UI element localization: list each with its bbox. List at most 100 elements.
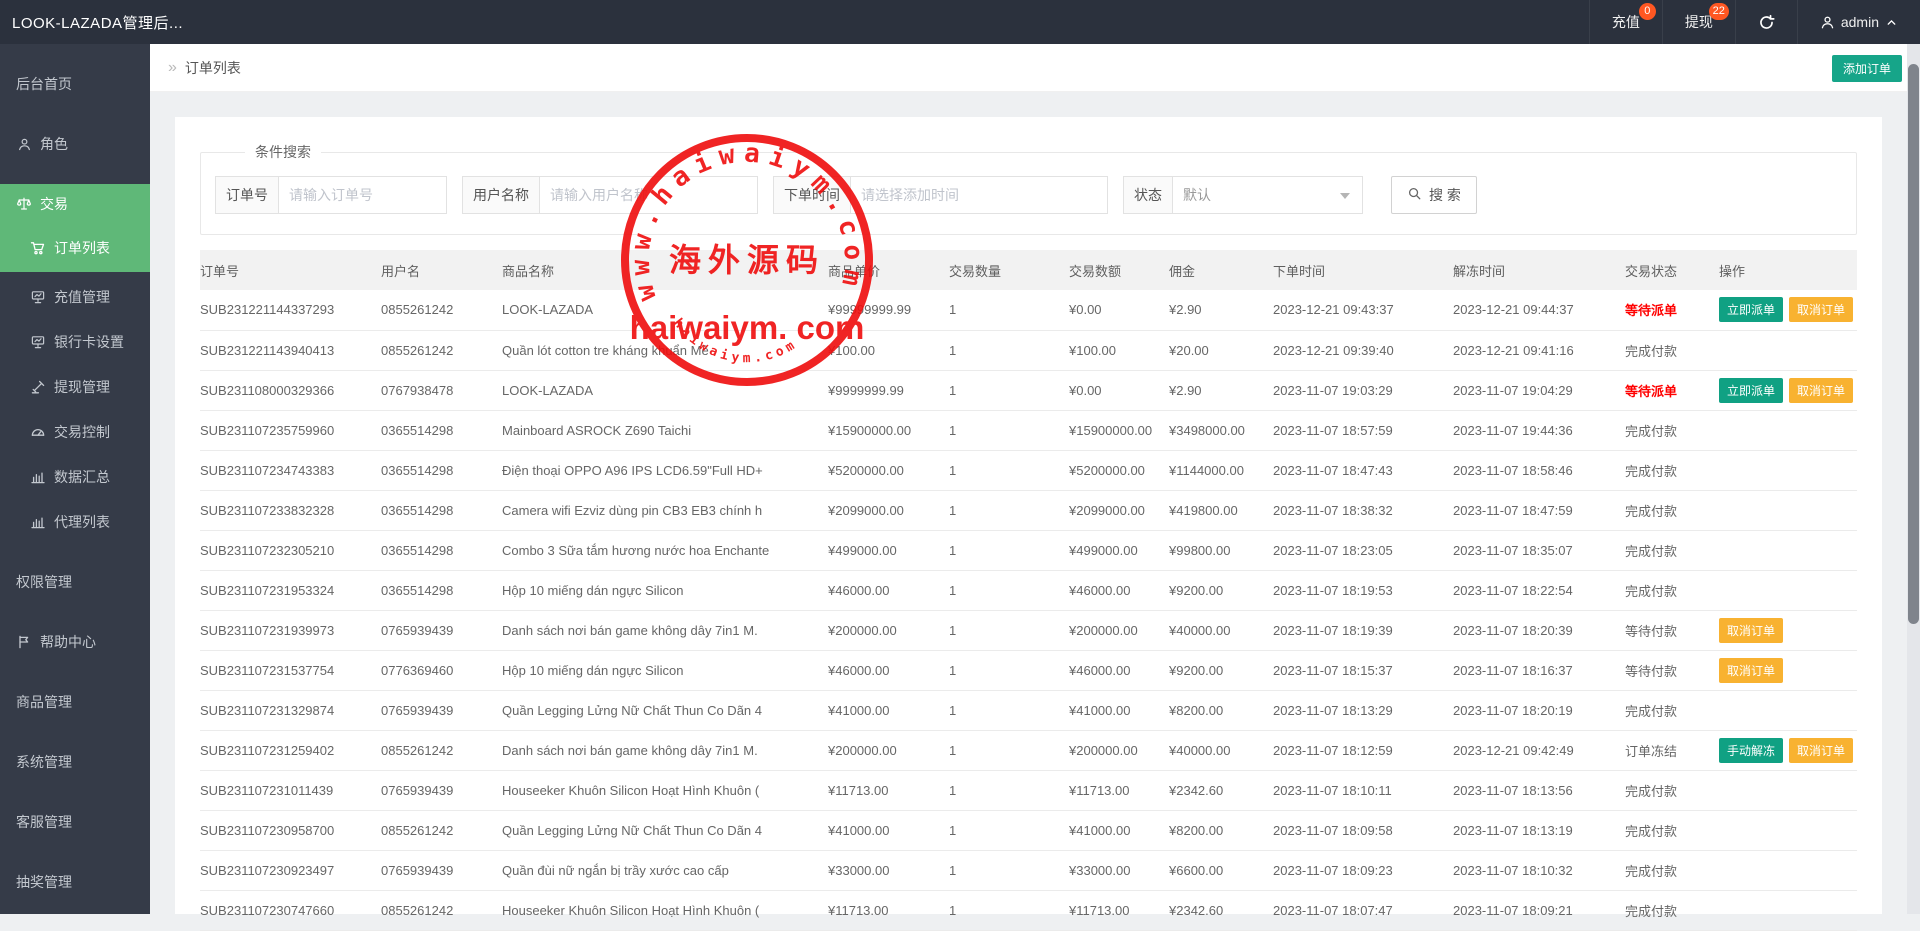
- table-row: SUB231107235759960 0365514298 Mainboard …: [200, 410, 1857, 450]
- column-header: 商品名称: [502, 250, 828, 290]
- column-header: 订单号: [200, 250, 381, 290]
- user-icon: [16, 136, 32, 152]
- cell-unfreeze-time: 2023-12-21 09:42:49: [1453, 730, 1625, 770]
- cell-order-no: SUB231107231953324: [200, 570, 381, 610]
- sidebar-item-trade-control[interactable]: 交易控制: [0, 412, 150, 452]
- breadcrumb-bar: » 订单列表 添加订单: [150, 44, 1920, 92]
- cell-unfreeze-time: 2023-11-07 18:20:19: [1453, 690, 1625, 730]
- table-row: SUB231107233832328 0365514298 Camera wif…: [200, 490, 1857, 530]
- cell-actions: [1719, 410, 1857, 450]
- cell-qty: 1: [949, 650, 1069, 690]
- order-no-input[interactable]: [279, 176, 447, 214]
- cell-status: 完成付款: [1625, 570, 1719, 610]
- cancel-order-button[interactable]: 取消订单: [1719, 658, 1783, 683]
- cell-unit-price: ¥200000.00: [828, 730, 949, 770]
- column-header: 交易状态: [1625, 250, 1719, 290]
- order-time-field-group: 下单时间: [773, 176, 1108, 214]
- search-row: 订单号 用户名称 下单时间 状态 默认: [215, 176, 1836, 214]
- user-menu-button[interactable]: admin: [1797, 0, 1920, 44]
- cancel-order-button[interactable]: 取消订单: [1719, 618, 1783, 643]
- refresh-button[interactable]: [1735, 0, 1797, 44]
- cell-order-no: SUB231107231259402: [200, 730, 381, 770]
- cell-commission: ¥2342.60: [1169, 890, 1273, 930]
- cell-commission: ¥9200.00: [1169, 570, 1273, 610]
- cell-order-time: 2023-12-21 09:43:37: [1273, 290, 1453, 330]
- cell-unfreeze-time: 2023-11-07 18:58:46: [1453, 450, 1625, 490]
- cell-product: LOOK-LAZADA: [502, 290, 828, 330]
- cell-product: Hộp 10 miếng dán ngực Silicon: [502, 650, 828, 690]
- sidebar-item-roles[interactable]: 角色: [0, 124, 150, 164]
- cell-actions: 取消订单: [1719, 610, 1857, 650]
- order-time-label: 下单时间: [773, 176, 851, 214]
- sidebar-item-agent-list[interactable]: 代理列表: [0, 502, 150, 542]
- status-select-value: 默认: [1183, 185, 1211, 205]
- order-time-input[interactable]: [851, 176, 1108, 214]
- cell-qty: 1: [949, 410, 1069, 450]
- status-text: 完成付款: [1625, 584, 1677, 599]
- cancel-order-button[interactable]: 取消订单: [1789, 738, 1853, 763]
- cell-username: 0767938478: [381, 370, 502, 410]
- cell-product: Quần đùi nữ ngắn bị trầy xước cao cấp: [502, 850, 828, 890]
- cancel-order-button[interactable]: 取消订单: [1789, 378, 1853, 403]
- dispatch-now-button[interactable]: 立即派单: [1719, 297, 1783, 322]
- sidebar-item-order-list[interactable]: 订单列表: [0, 224, 150, 272]
- sidebar-item-service-mgmt[interactable]: 客服管理: [0, 802, 150, 842]
- sidebar-item-bankcard[interactable]: 银行卡设置: [0, 322, 150, 362]
- cell-actions: [1719, 810, 1857, 850]
- top-header: LOOK-LAZADA管理后... 充值 0 提现 22 admin: [0, 0, 1920, 44]
- status-text: 完成付款: [1625, 784, 1677, 799]
- cell-amount: ¥200000.00: [1069, 730, 1169, 770]
- sidebar-item-dashboard[interactable]: 后台首页: [0, 64, 150, 104]
- sidebar-item-lottery-mgmt[interactable]: 抽奖管理: [0, 862, 150, 902]
- username-input[interactable]: [540, 176, 758, 214]
- cell-commission: ¥8200.00: [1169, 810, 1273, 850]
- manual-unfreeze-button[interactable]: 手动解冻: [1719, 738, 1783, 763]
- dispatch-now-button[interactable]: 立即派单: [1719, 378, 1783, 403]
- cell-unfreeze-time: 2023-11-07 19:04:29: [1453, 370, 1625, 410]
- cell-status: 完成付款: [1625, 410, 1719, 450]
- status-text: 完成付款: [1625, 704, 1677, 719]
- cell-order-no: SUB231107231329874: [200, 690, 381, 730]
- sidebar-item-trade[interactable]: 交易: [0, 184, 150, 224]
- withdraw-badge: 22: [1709, 3, 1729, 20]
- order-list-card: 条件搜索 订单号 用户名称 下单时间 状态 默认: [175, 117, 1882, 914]
- column-header: 操作: [1719, 250, 1857, 290]
- search-button[interactable]: 搜 索: [1391, 176, 1477, 214]
- table-header-row: 订单号用户名商品名称商品单价交易数量交易数额佣金下单时间解冻时间交易状态操作: [200, 250, 1857, 290]
- status-select[interactable]: 默认: [1173, 176, 1363, 214]
- sidebar-item-data-summary[interactable]: 数据汇总: [0, 457, 150, 497]
- cell-amount: ¥46000.00: [1069, 650, 1169, 690]
- withdraw-menu-button[interactable]: 提现 22: [1662, 0, 1735, 44]
- sidebar-item-system-mgmt[interactable]: 系统管理: [0, 742, 150, 782]
- recharge-label: 充值: [1612, 12, 1640, 32]
- sidebar-item-product-mgmt[interactable]: 商品管理: [0, 682, 150, 722]
- cell-status: 完成付款: [1625, 490, 1719, 530]
- cell-username: 0855261242: [381, 730, 502, 770]
- cell-unit-price: ¥9999999.99: [828, 370, 949, 410]
- scrollbar-thumb[interactable]: [1908, 64, 1919, 624]
- cancel-order-button[interactable]: 取消订单: [1789, 297, 1853, 322]
- cell-unfreeze-time: 2023-11-07 18:09:21: [1453, 890, 1625, 930]
- cell-product: Quần Legging Lửng Nữ Chất Thun Co Dãn 4: [502, 810, 828, 850]
- sidebar-item-withdraw-mgmt[interactable]: 提现管理: [0, 367, 150, 407]
- cell-actions: [1719, 570, 1857, 610]
- cell-status: 完成付款: [1625, 450, 1719, 490]
- add-order-button[interactable]: 添加订单: [1832, 55, 1902, 82]
- cell-product: Hộp 10 miếng dán ngực Silicon: [502, 570, 828, 610]
- cell-actions: [1719, 330, 1857, 370]
- cell-order-time: 2023-11-07 18:19:39: [1273, 610, 1453, 650]
- cell-unfreeze-time: 2023-11-07 18:10:32: [1453, 850, 1625, 890]
- cell-order-no: SUB231107231537754: [200, 650, 381, 690]
- recharge-menu-button[interactable]: 充值 0: [1589, 0, 1662, 44]
- search-legend: 条件搜索: [245, 142, 321, 162]
- cell-username: 0765939439: [381, 610, 502, 650]
- cell-username: 0765939439: [381, 690, 502, 730]
- cell-status: 等待付款: [1625, 650, 1719, 690]
- sidebar-item-help-center[interactable]: 帮助中心: [0, 622, 150, 662]
- cell-unit-price: ¥99999999.99: [828, 290, 949, 330]
- cell-qty: 1: [949, 330, 1069, 370]
- sidebar-item-recharge-mgmt[interactable]: 充值管理: [0, 277, 150, 317]
- sidebar-item-permissions[interactable]: 权限管理: [0, 562, 150, 602]
- cell-order-no: SUB231221144337293: [200, 290, 381, 330]
- cell-commission: ¥40000.00: [1169, 610, 1273, 650]
